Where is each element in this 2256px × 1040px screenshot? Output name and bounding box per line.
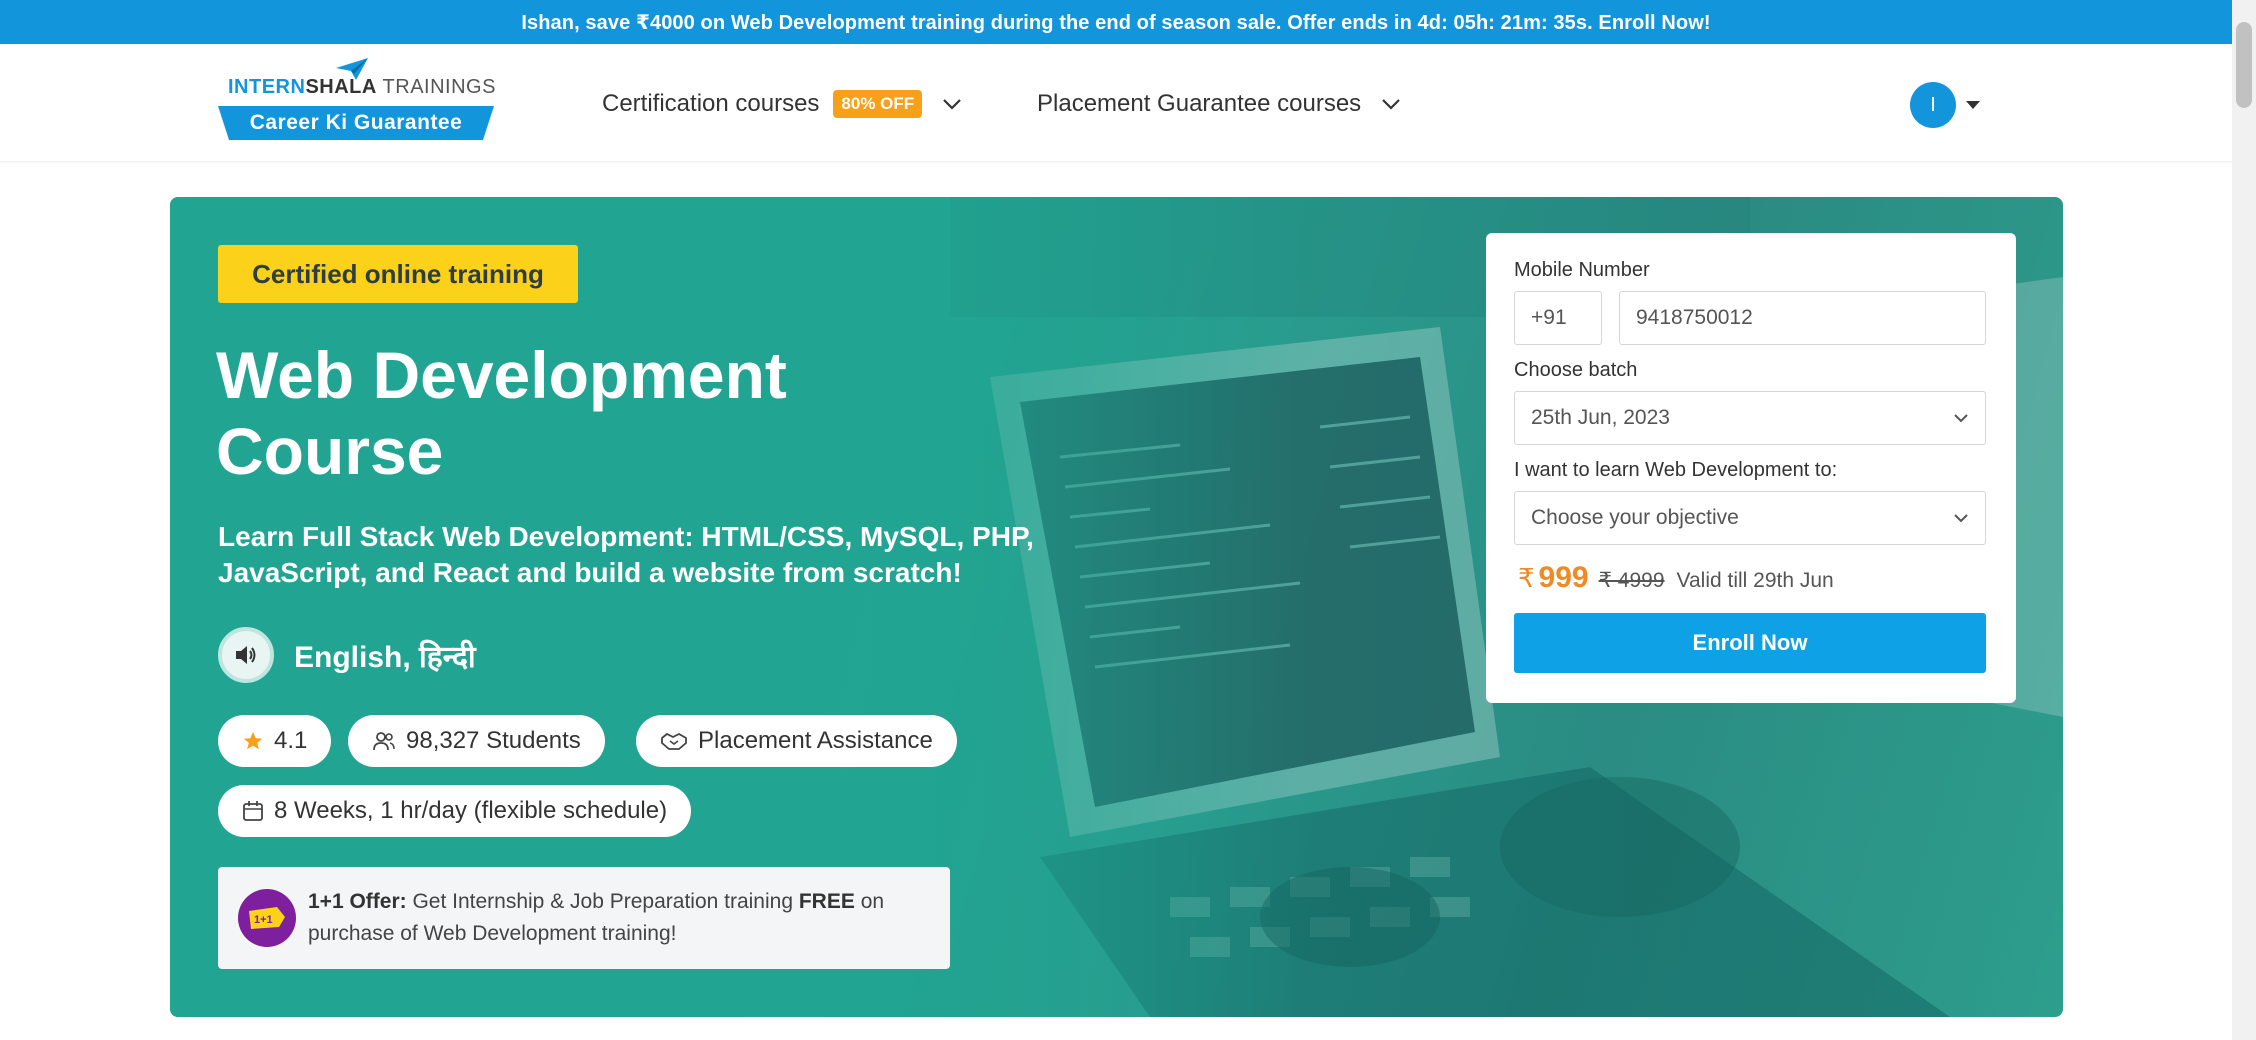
internshala-trainings-logo[interactable]: INTERNSHALA TRAININGS Career Ki Guarante… bbox=[218, 58, 496, 140]
original-price: ₹ 4999 bbox=[1598, 569, 1665, 592]
logo-tagline: Career Ki Guarantee bbox=[218, 106, 494, 140]
logo-text-trainings: TRAININGS bbox=[376, 76, 496, 98]
objective-select[interactable]: Choose your objective bbox=[1514, 491, 1986, 545]
offer-description: 1+1 Offer: Get Internship & Job Preparat… bbox=[308, 886, 930, 950]
duration-text: 8 Weeks, 1 hr/day (flexible schedule) bbox=[274, 797, 668, 824]
title-line-2: Course bbox=[216, 414, 444, 488]
objective-label: I want to learn Web Development to: bbox=[1514, 459, 1838, 481]
current-price: 999 bbox=[1538, 561, 1589, 594]
offer-lead: 1+1 Offer: bbox=[308, 890, 407, 913]
students-badge: 98,327 Students bbox=[348, 715, 605, 767]
promo-text[interactable]: Ishan, save ₹4000 on Web Development tra… bbox=[521, 10, 1710, 35]
enroll-now-button[interactable]: Enroll Now bbox=[1514, 613, 1986, 673]
nav-placement-label: Placement Guarantee courses bbox=[1037, 90, 1362, 117]
logo-text-shala: SHALA bbox=[305, 76, 377, 98]
offer-tag-icon: 1+1 bbox=[238, 889, 296, 947]
caret-down-icon[interactable] bbox=[1966, 101, 1980, 109]
star-icon bbox=[243, 731, 263, 750]
objective-placeholder: Choose your objective bbox=[1531, 506, 1739, 529]
one-plus-one-offer: 1+1 1+1 Offer: Get Internship & Job Prep… bbox=[218, 867, 950, 969]
scrollbar-thumb[interactable] bbox=[2236, 22, 2252, 108]
nav-certification-courses[interactable]: Certification courses 80% OFF bbox=[602, 88, 962, 120]
chevron-down-icon bbox=[1954, 514, 1968, 523]
chevron-down-icon bbox=[943, 99, 961, 110]
nav-certification-label: Certification courses bbox=[602, 90, 820, 117]
promo-banner[interactable]: Ishan, save ₹4000 on Web Development tra… bbox=[0, 0, 2232, 44]
user-menu[interactable]: I bbox=[1910, 82, 1980, 128]
currency-symbol: ₹ bbox=[1518, 563, 1535, 593]
page-scrollbar[interactable] bbox=[2232, 0, 2256, 1040]
discount-badge: 80% OFF bbox=[833, 90, 923, 118]
users-icon bbox=[373, 732, 395, 751]
title-line-1: Web Development bbox=[216, 338, 787, 412]
course-hero: Certified online training Web Developmen… bbox=[170, 197, 2063, 1017]
price-validity: Valid till 29th Jun bbox=[1676, 569, 1834, 592]
chevron-down-icon bbox=[1382, 99, 1400, 110]
students-count: 98,327 Students bbox=[406, 727, 581, 754]
nav-placement-guarantee-courses[interactable]: Placement Guarantee courses bbox=[1037, 88, 1401, 120]
rating-badge: 4.1 bbox=[218, 715, 332, 767]
svg-text:1+1: 1+1 bbox=[254, 914, 273, 926]
calendar-icon bbox=[243, 801, 263, 821]
offer-text-a: Get Internship & Job Preparation trainin… bbox=[406, 890, 799, 913]
price-row: ₹ 999 ₹ 4999 Valid till 29th Jun bbox=[1518, 561, 1834, 595]
speaker-icon bbox=[218, 627, 274, 683]
avatar[interactable]: I bbox=[1910, 82, 1956, 128]
placement-badge: Placement Assistance bbox=[636, 715, 957, 767]
language-row: English, हिन्दी bbox=[218, 627, 476, 683]
batch-selected-value: 25th Jun, 2023 bbox=[1531, 406, 1670, 429]
course-subtitle: Learn Full Stack Web Development: HTML/C… bbox=[218, 521, 1034, 588]
placement-label: Placement Assistance bbox=[698, 727, 933, 754]
site-header: INTERNSHALA TRAININGS Career Ki Guarante… bbox=[0, 44, 2232, 162]
rating-value: 4.1 bbox=[274, 727, 308, 754]
page-title: Web Development Course bbox=[216, 337, 936, 489]
batch-select[interactable]: 25th Jun, 2023 bbox=[1514, 391, 1986, 445]
certified-training-badge: Certified online training bbox=[218, 245, 578, 303]
chevron-down-icon bbox=[1954, 414, 1968, 423]
duration-badge: 8 Weeks, 1 hr/day (flexible schedule) bbox=[218, 785, 692, 837]
handshake-icon bbox=[661, 732, 687, 750]
country-code-field[interactable]: +91 bbox=[1514, 291, 1602, 345]
enrollment-form: Mobile Number +91 9418750012 Choose batc… bbox=[1486, 233, 2016, 703]
course-languages: English, हिन्दी bbox=[294, 640, 476, 674]
choose-batch-label: Choose batch bbox=[1514, 359, 1638, 381]
offer-free: FREE bbox=[798, 890, 855, 913]
logo-text-intern: INTERN bbox=[228, 76, 306, 98]
mobile-number-label: Mobile Number bbox=[1514, 259, 1650, 281]
mobile-number-input[interactable]: 9418750012 bbox=[1619, 291, 1986, 345]
logo-wordmark: INTERNSHALA TRAININGS bbox=[228, 76, 496, 99]
